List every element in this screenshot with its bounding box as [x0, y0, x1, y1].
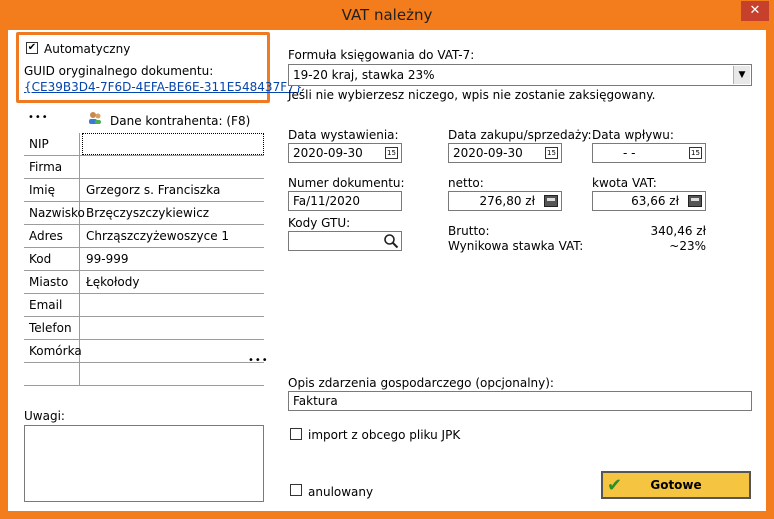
purchase-date-label: Data zakupu/sprzedaży:	[448, 128, 592, 142]
vat7-label: Formuła księgowania do VAT-7:	[288, 48, 475, 62]
calendar-icon[interactable]: 15	[545, 147, 558, 159]
contractor-field-label	[24, 363, 80, 385]
jpk-import-checkbox[interactable]	[290, 428, 302, 440]
purchase-date-value: 2020-09-30	[453, 146, 523, 160]
check-icon: ✔	[607, 475, 623, 496]
contractor-field-value[interactable]: Chrząszczyżewoszyce 1	[86, 229, 229, 243]
doc-number-label: Numer dokumentu:	[288, 176, 405, 190]
done-button[interactable]: ✔ Gotowe	[601, 471, 751, 499]
gtu-field[interactable]	[288, 231, 402, 251]
contractor-field-label: Miasto	[24, 271, 80, 293]
guid-label: GUID oryginalnego dokumentu:	[24, 64, 214, 78]
gross-label: Brutto:	[448, 224, 490, 238]
contractor-field-label: NIP	[24, 133, 80, 155]
contractor-field-value[interactable]: Brzęczyszczykiewicz	[86, 206, 209, 220]
contractor-field-value[interactable]: 99-999	[86, 252, 129, 266]
vat-amount-field[interactable]: 63,66 zł	[592, 191, 706, 211]
vat7-selected-value: 19-20 kraj, stawka 23%	[293, 68, 435, 82]
description-label: Opis zdarzenia gospodarczego (opcjonalny…	[288, 376, 554, 390]
guid-link[interactable]: {CE39B3D4-7F6D-4EFA-BE6E-311E548437F7}	[24, 80, 302, 94]
net-label: netto:	[448, 176, 484, 190]
calendar-icon[interactable]: 15	[385, 147, 398, 159]
vat7-select[interactable]: 19-20 kraj, stawka 23% ▼	[288, 64, 752, 86]
issue-date-field[interactable]: 2020-09-30 15	[288, 143, 402, 163]
close-button[interactable]: ✕	[741, 1, 769, 21]
receipt-date-value: - -	[623, 146, 636, 160]
notes-label: Uwagi:	[24, 409, 65, 423]
cancelled-checkbox[interactable]	[290, 484, 302, 496]
contractor-field-label: Adres	[24, 225, 80, 247]
title-bar[interactable]: VAT należny ✕	[0, 0, 774, 29]
automatic-checkbox[interactable]: ✔	[26, 42, 38, 54]
contractor-more-icon[interactable]: •••	[248, 355, 269, 366]
contractor-field-label: Nazwisko	[24, 202, 85, 224]
table-row[interactable]: Firma	[24, 156, 264, 179]
receipt-date-label: Data wpływu:	[592, 128, 674, 142]
table-row[interactable]: Miasto Łękołody	[24, 271, 264, 294]
people-icon	[88, 111, 102, 125]
table-row[interactable]: Imię Grzegorz s. Franciszka	[24, 179, 264, 202]
vat7-hint: Jeśli nie wybierzesz niczego, wpis nie z…	[288, 88, 656, 102]
notes-textarea[interactable]	[24, 425, 264, 502]
table-row[interactable]: Kod 99-999	[24, 248, 264, 271]
table-row[interactable]: Komórka	[24, 340, 264, 363]
calculator-icon[interactable]	[688, 195, 702, 207]
nip-focus-frame	[82, 133, 264, 155]
dialog-window: VAT należny ✕ ✔ Automatyczny GUID orygin…	[0, 0, 774, 519]
rate-label: Wynikowa stawka VAT:	[448, 239, 584, 253]
contractor-field-label: Komórka	[24, 340, 82, 362]
receipt-date-field[interactable]: - - 15	[592, 143, 706, 163]
chevron-down-icon[interactable]: ▼	[733, 66, 750, 84]
calculator-icon[interactable]	[544, 195, 558, 207]
contractor-field-label: Firma	[24, 156, 80, 178]
description-field[interactable]: Faktura	[288, 391, 752, 411]
doc-number-field[interactable]: Fa/11/2020	[288, 191, 402, 211]
gross-value: 340,46 zł	[650, 224, 706, 238]
issue-date-label: Data wystawienia:	[288, 128, 399, 142]
contractor-grid: NIP Firma Imię Grzegorz s. Franciszka Nazwis…	[24, 133, 264, 386]
cancelled-label: anulowany	[308, 485, 374, 499]
table-row[interactable]: Telefon	[24, 317, 264, 340]
search-icon[interactable]	[383, 233, 399, 249]
contractor-header-label[interactable]: Dane kontrahenta: (F8)	[110, 114, 250, 128]
net-field[interactable]: 276,80 zł	[448, 191, 562, 211]
done-button-label: Gotowe	[650, 478, 702, 492]
contractor-field-value[interactable]: Grzegorz s. Franciszka	[86, 183, 220, 197]
vat-amount-value: 63,66 zł	[631, 194, 679, 208]
contractor-field-label: Email	[24, 294, 80, 316]
table-row[interactable]	[24, 363, 264, 386]
contractor-field-label: Imię	[24, 179, 80, 201]
gtu-label: Kody GTU:	[288, 216, 351, 230]
rate-value: ~23%	[669, 239, 706, 253]
close-icon: ✕	[749, 3, 761, 18]
purchase-date-field[interactable]: 2020-09-30 15	[448, 143, 562, 163]
calendar-icon[interactable]: 15	[689, 147, 702, 159]
contractor-menu-icon[interactable]: •••	[28, 112, 49, 123]
table-row[interactable]: Email	[24, 294, 264, 317]
automatic-label: Automatyczny	[44, 42, 131, 56]
table-row[interactable]: Nazwisko Brzęczyszczykiewicz	[24, 202, 264, 225]
vat-amount-label: kwota VAT:	[592, 176, 657, 190]
contractor-field-label: Telefon	[24, 317, 80, 339]
window-title: VAT należny	[341, 6, 433, 24]
table-row[interactable]: Adres Chrząszczyżewoszyce 1	[24, 225, 264, 248]
contractor-field-label: Kod	[24, 248, 80, 270]
issue-date-value: 2020-09-30	[293, 146, 363, 160]
dialog-body: ✔ Automatyczny GUID oryginalnego dokumen…	[8, 30, 766, 511]
net-value: 276,80 zł	[479, 194, 535, 208]
checkmark-icon: ✔	[27, 42, 37, 53]
jpk-import-label: import z obcego pliku JPK	[308, 428, 461, 442]
contractor-field-value[interactable]: Łękołody	[86, 275, 139, 289]
